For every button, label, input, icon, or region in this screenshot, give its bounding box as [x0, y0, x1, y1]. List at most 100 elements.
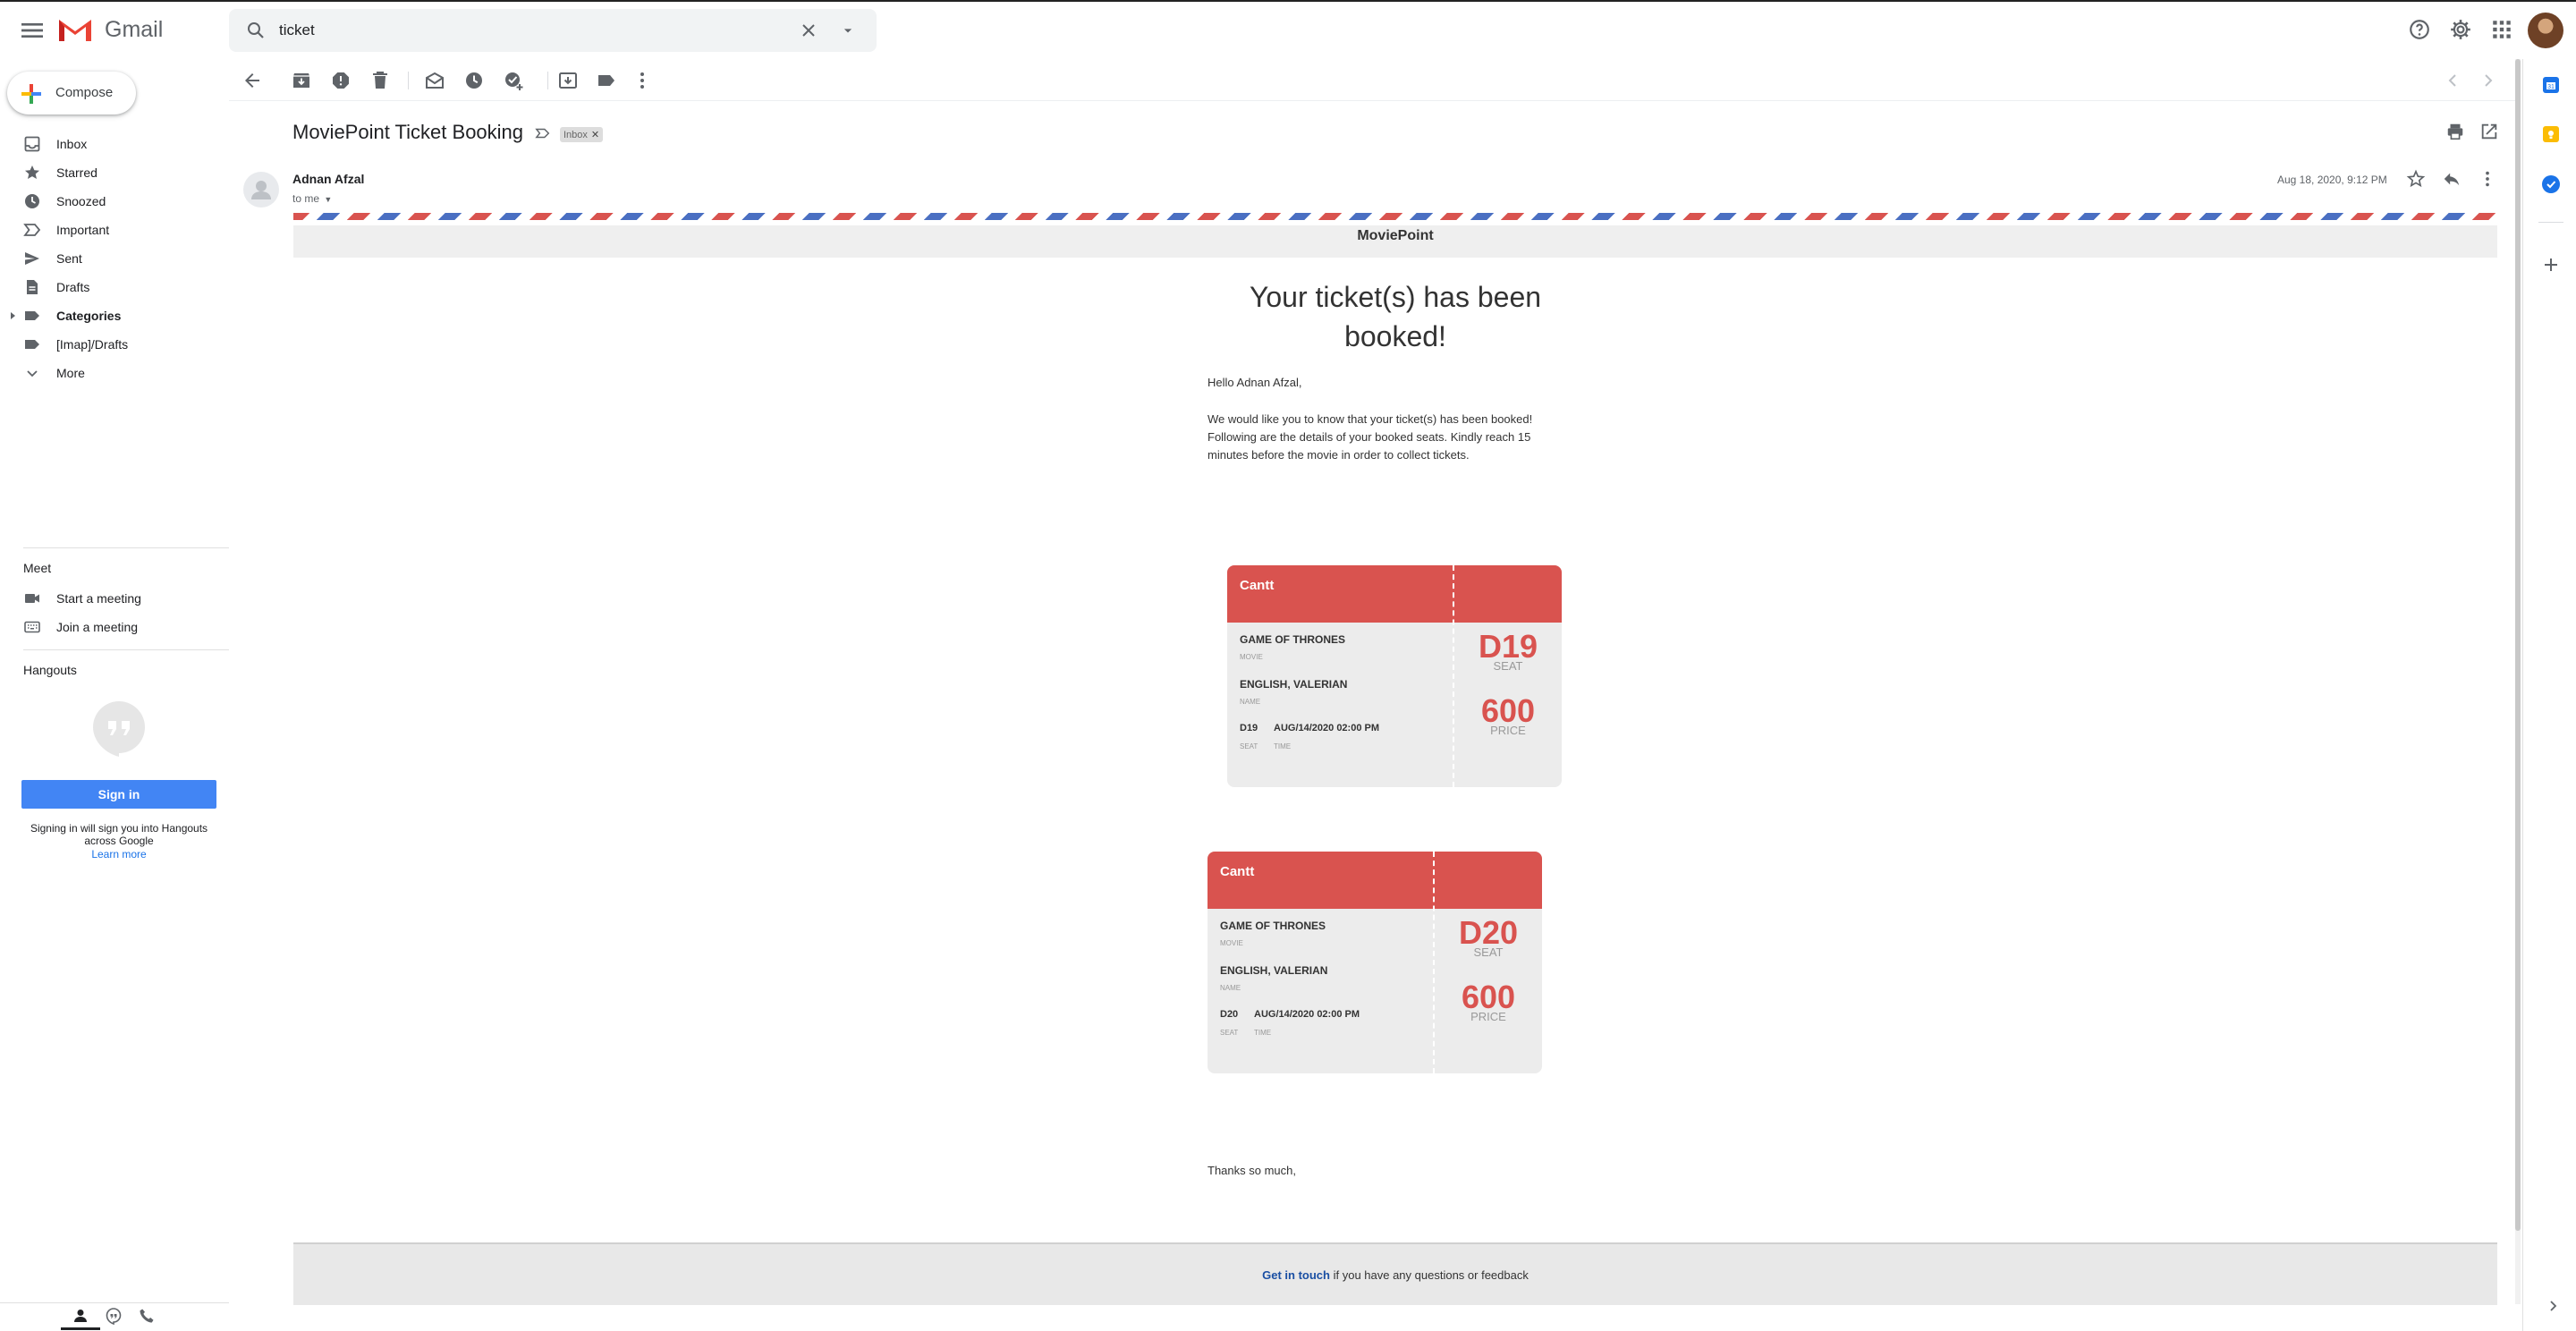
more-vert-icon[interactable]	[631, 70, 653, 91]
settings-gear-icon[interactable]	[2449, 18, 2472, 41]
start-meeting-label: Start a meeting	[56, 591, 141, 606]
label-chip-text: Inbox	[564, 130, 588, 140]
google-apps-icon[interactable]	[2490, 18, 2513, 41]
sidebar-item-drafts[interactable]: Drafts	[0, 273, 229, 301]
person-icon[interactable]	[72, 1307, 89, 1325]
important-icon	[23, 221, 41, 239]
label-tag-icon[interactable]	[596, 70, 617, 91]
greeting-text: Hello Adnan Afzal,	[1208, 376, 1302, 389]
help-icon[interactable]	[2408, 18, 2431, 41]
start-meeting-item[interactable]: Start a meeting	[0, 584, 229, 613]
delete-trash-icon[interactable]	[369, 70, 391, 91]
movie-caption: MOVIE	[1220, 939, 1243, 947]
sidebar-item-sent[interactable]: Sent	[0, 244, 229, 273]
cinema-name: Cantt	[1240, 578, 1275, 593]
reply-icon[interactable]	[2442, 169, 2462, 189]
search-input[interactable]	[279, 18, 780, 43]
main-menu-icon[interactable]	[18, 16, 47, 45]
movie-title: GAME OF THRONES	[1240, 633, 1346, 646]
holder-name: ENGLISH, VALERIAN	[1240, 678, 1348, 691]
scrollbar-thumb[interactable]	[2515, 59, 2521, 1231]
star-outline-icon[interactable]	[2406, 169, 2426, 189]
ticket-perforation	[1433, 852, 1435, 1073]
phone-icon[interactable]	[138, 1307, 156, 1325]
hangouts-signin-button[interactable]: Sign in	[21, 780, 216, 809]
back-arrow-icon[interactable]	[242, 70, 263, 91]
learn-more-link[interactable]: Learn more	[21, 848, 216, 860]
price-caption: PRICE	[1490, 724, 1526, 737]
star-icon	[23, 164, 41, 182]
recipient-details[interactable]: to me ▼	[292, 192, 332, 205]
search-icon[interactable]	[245, 20, 267, 41]
sidebar-item-label: Starred	[56, 165, 97, 180]
sidebar-item-imap-drafts[interactable]: [Imap]/Drafts	[0, 330, 229, 359]
price-caption: PRICE	[1470, 1010, 1506, 1023]
newer-chevron-left-icon[interactable]	[2442, 70, 2463, 91]
send-icon	[23, 250, 41, 267]
seat-caption-large: SEAT	[1473, 945, 1504, 959]
calendar-icon[interactable]: 31	[2543, 77, 2559, 93]
seat-caption-large: SEAT	[1493, 659, 1523, 673]
sidebar-item-label: Important	[56, 223, 110, 237]
footer-text: if you have any questions or feedback	[1329, 1268, 1529, 1282]
add-to-tasks-icon[interactable]	[503, 70, 524, 91]
active-tab-indicator	[61, 1327, 100, 1330]
sidebar-item-categories[interactable]: Categories	[0, 301, 229, 330]
compose-button[interactable]: Compose	[7, 72, 136, 114]
ticket-header	[1227, 565, 1562, 623]
sidebar-item-inbox[interactable]: Inbox	[0, 130, 229, 158]
keyboard-icon	[23, 618, 41, 636]
move-to-icon[interactable]	[557, 70, 579, 91]
intro-paragraph: We would like you to know that your tick…	[1208, 412, 1533, 462]
email-subject: MoviePoint Ticket Booking	[292, 121, 524, 143]
search-bar[interactable]	[229, 9, 877, 52]
snooze-clock-icon[interactable]	[463, 70, 485, 91]
keep-notes-icon[interactable]	[2543, 126, 2559, 142]
print-icon[interactable]	[2445, 122, 2465, 141]
sidebar-item-starred[interactable]: Starred	[0, 158, 229, 187]
older-chevron-right-icon[interactable]	[2478, 70, 2499, 91]
sidebar-item-label: Sent	[56, 251, 82, 266]
sidebar-item-label: Drafts	[56, 280, 90, 294]
recipient-label: to me	[292, 192, 320, 205]
airmail-border	[293, 213, 2497, 220]
join-meeting-label: Join a meeting	[56, 620, 139, 634]
more-vert-icon[interactable]	[2478, 169, 2497, 189]
sidebar-item-label: [Imap]/Drafts	[56, 337, 129, 352]
inbox-label-chip[interactable]: Inbox ✕	[560, 127, 604, 142]
importance-marker-icon[interactable]	[535, 125, 551, 141]
brand-header: MoviePoint	[293, 225, 2497, 258]
hangouts-signin-note: Signing in will sign you into Hangouts a…	[30, 822, 208, 847]
app-name: Gmail	[105, 17, 164, 42]
join-meeting-item[interactable]: Join a meeting	[0, 613, 229, 641]
sender-avatar[interactable]	[243, 172, 279, 208]
archive-icon[interactable]	[291, 70, 312, 91]
hangouts-chat-icon[interactable]	[105, 1307, 123, 1325]
search-options-icon[interactable]	[839, 21, 857, 39]
sidebar-item-snoozed[interactable]: Snoozed	[0, 187, 229, 216]
add-addon-plus-icon[interactable]	[2540, 254, 2562, 276]
sidebar-item-label: More	[56, 366, 85, 380]
account-avatar[interactable]	[2528, 13, 2563, 48]
ticket-perforation	[1453, 565, 1454, 787]
mark-unread-icon[interactable]	[424, 70, 445, 91]
get-in-touch-link[interactable]: Get in touch	[1262, 1268, 1330, 1282]
compose-label: Compose	[55, 85, 114, 100]
meet-section-title: Meet	[23, 561, 52, 575]
remove-label-icon[interactable]: ✕	[591, 129, 599, 140]
seat-value: D20	[1220, 1009, 1239, 1020]
recipient-dropdown-icon[interactable]: ▼	[324, 195, 332, 204]
expand-arrow-icon[interactable]	[9, 311, 18, 320]
clear-search-icon[interactable]	[798, 20, 819, 41]
sender-name[interactable]: Adnan Afzal	[292, 172, 364, 186]
sidebar-item-important[interactable]: Important	[0, 216, 229, 244]
ticket-card: Cantt GAME OF THRONES MOVIE ENGLISH, VAL…	[1208, 852, 1542, 1073]
toolbar-divider	[408, 72, 409, 89]
report-spam-icon[interactable]	[330, 70, 352, 91]
draft-icon	[23, 278, 41, 296]
gmail-logo-icon[interactable]	[57, 16, 93, 43]
sidebar-item-more[interactable]: More	[0, 359, 229, 387]
tasks-icon[interactable]	[2542, 175, 2560, 193]
show-side-panel-chevron-icon[interactable]	[2546, 1299, 2560, 1313]
open-in-new-window-icon[interactable]	[2479, 122, 2499, 141]
